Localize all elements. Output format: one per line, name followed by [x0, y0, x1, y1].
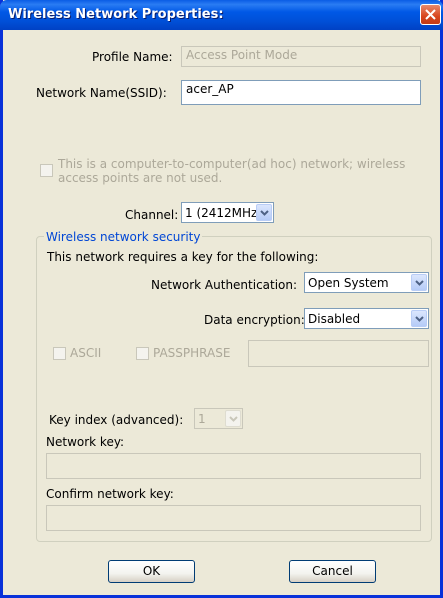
adhoc-label-line2: access points are not used.	[58, 171, 223, 185]
auth-value: Open System	[308, 276, 389, 290]
passphrase-checkbox[interactable]	[136, 347, 149, 360]
passphrase-input[interactable]	[248, 340, 429, 367]
network-key-input[interactable]	[46, 453, 421, 479]
chevron-down-icon	[415, 280, 424, 286]
encryption-value: Disabled	[308, 312, 361, 326]
confirm-key-input[interactable]	[46, 505, 421, 531]
ascii-label: ASCII	[70, 346, 102, 360]
close-icon	[425, 9, 436, 20]
ssid-label: Network Name(SSID):	[36, 86, 167, 100]
chevron-down-icon	[415, 316, 424, 322]
close-button[interactable]	[420, 4, 441, 25]
security-intro: This network requires a key for the foll…	[47, 250, 319, 264]
adhoc-checkbox[interactable]	[40, 164, 53, 177]
chevron-down-icon	[229, 416, 238, 422]
adhoc-label-line1: This is a computer-to-computer(ad hoc) n…	[58, 157, 406, 171]
ascii-checkbox[interactable]	[53, 347, 66, 360]
channel-select[interactable]: 1 (2412MHz)	[181, 202, 274, 223]
profile-name-label: Profile Name:	[92, 50, 173, 64]
channel-value: 1 (2412MHz)	[185, 206, 263, 220]
encryption-select[interactable]: Disabled	[304, 308, 429, 329]
auth-label: Network Authentication:	[151, 278, 298, 292]
security-legend: Wireless network security	[44, 230, 203, 244]
auth-dropdown-button[interactable]	[411, 274, 427, 291]
channel-label: Channel:	[125, 208, 179, 222]
network-key-label: Network key:	[46, 435, 125, 449]
key-index-value: 1	[198, 412, 206, 426]
encryption-label: Data encryption:	[204, 313, 305, 327]
ssid-input[interactable]: acer_AP	[181, 80, 421, 105]
title-bar[interactable]: Wireless Network Properties:	[0, 0, 443, 30]
key-index-dropdown-button[interactable]	[225, 410, 241, 427]
channel-dropdown-button[interactable]	[256, 204, 272, 221]
chevron-down-icon	[260, 210, 269, 216]
window-title: Wireless Network Properties:	[8, 7, 224, 22]
profile-name-field: Access Point Mode	[181, 46, 421, 67]
auth-select[interactable]: Open System	[304, 272, 429, 293]
key-index-select[interactable]: 1	[194, 408, 243, 429]
encryption-dropdown-button[interactable]	[411, 310, 427, 327]
passphrase-label: PASSPHRASE	[153, 346, 231, 360]
cancel-button[interactable]: Cancel	[289, 560, 376, 583]
key-index-label: Key index (advanced):	[49, 413, 184, 427]
ok-button[interactable]: OK	[108, 560, 195, 583]
dialog-window: Wireless Network Properties: Profile Nam…	[0, 0, 443, 598]
confirm-key-label: Confirm network key:	[46, 487, 174, 501]
